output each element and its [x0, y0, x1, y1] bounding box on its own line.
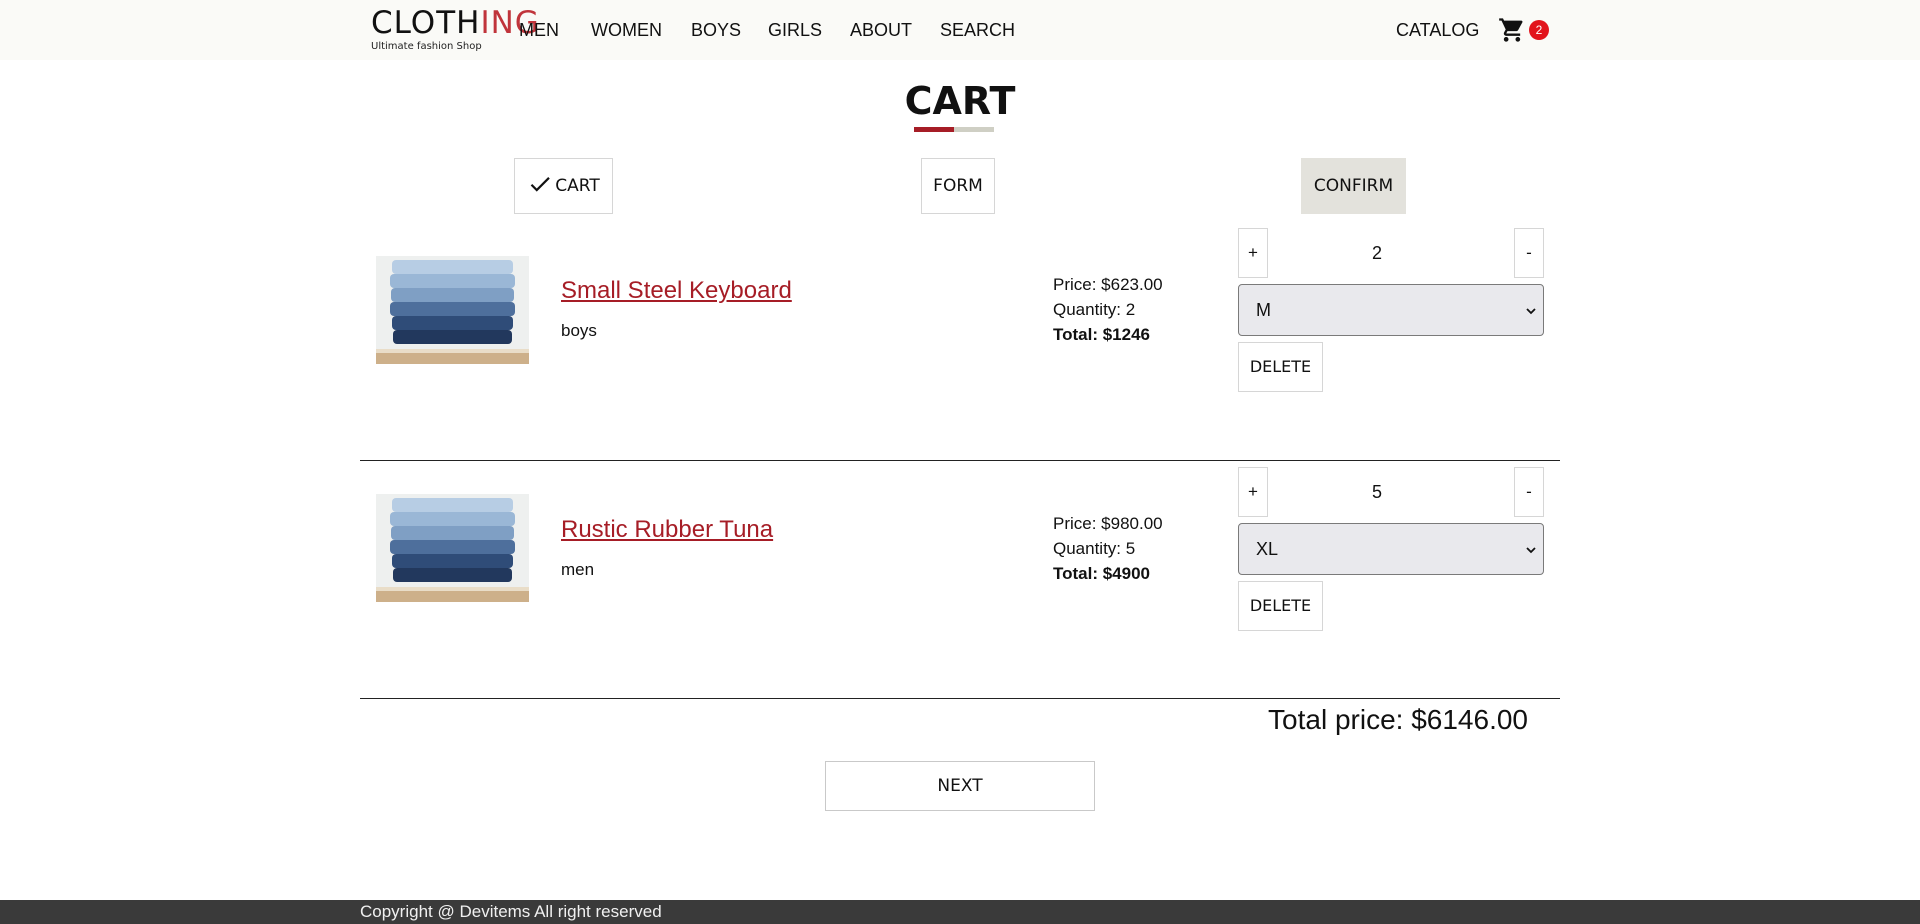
check-icon	[530, 177, 551, 192]
step-cart-button[interactable]: CART	[514, 158, 613, 214]
quantity-input[interactable]	[1242, 467, 1512, 517]
cart-count-badge: 2	[1529, 20, 1549, 40]
folded-jeans-image	[376, 256, 529, 364]
delete-item-button[interactable]: DELETE	[1238, 581, 1323, 631]
product-category: boys	[561, 321, 597, 340]
quantity-decrease-button[interactable]: -	[1514, 467, 1544, 517]
quantity-input[interactable]	[1242, 228, 1512, 278]
product-category: men	[561, 560, 595, 579]
product-name-link[interactable]: Small Steel Keyboard	[561, 276, 792, 306]
folded-jeans-image	[376, 494, 529, 602]
logo-wordmark-dark: CLOTH	[371, 5, 481, 41]
nav-link-catalog[interactable]: CATALOG	[1396, 19, 1479, 41]
product-image[interactable]	[376, 494, 529, 602]
size-select[interactable]: M	[1238, 284, 1544, 336]
site-header: CLOTHING Ultimate fashion Shop MEN WOMEN…	[0, 0, 1920, 60]
size-select[interactable]: XL	[1238, 523, 1544, 575]
title-underline-accent	[914, 127, 954, 132]
nav-link-men[interactable]: MEN	[519, 19, 559, 41]
step-form-label: FORM	[933, 176, 983, 196]
chevron-down-icon	[1526, 308, 1536, 315]
nav-link-about[interactable]: ABOUT	[850, 19, 912, 41]
logo-wordmark: CLOTHING	[371, 5, 539, 41]
title-underline-muted	[954, 127, 994, 132]
logo-tagline: Ultimate fashion Shop	[371, 41, 482, 52]
product-total: Total: $4900	[1053, 564, 1151, 583]
page-title: CART	[904, 79, 1016, 123]
footer-copyright: Copyright @ Devitems All right reserved	[360, 902, 662, 921]
product-image[interactable]	[376, 256, 529, 364]
product-quantity: Quantity: 5	[1053, 539, 1136, 558]
item-divider	[360, 698, 1560, 699]
item-divider	[360, 460, 1560, 461]
size-select-value: M	[1256, 300, 1271, 320]
step-form-button[interactable]: FORM	[921, 158, 995, 214]
product-price: Price: $980.00	[1053, 514, 1163, 533]
product-name-link[interactable]: Rustic Rubber Tuna	[561, 515, 773, 545]
nav-link-boys[interactable]: BOYS	[691, 19, 741, 41]
product-quantity: Quantity: 2	[1053, 300, 1136, 319]
quantity-decrease-button[interactable]: -	[1514, 228, 1544, 278]
step-cart-label: CART	[555, 176, 600, 196]
nav-link-search[interactable]: SEARCH	[940, 19, 1015, 41]
shopping-cart-icon[interactable]	[1498, 16, 1526, 44]
next-button[interactable]: NEXT	[825, 761, 1095, 811]
size-select-value: XL	[1256, 539, 1279, 559]
cart-total-price: Total price: $6146.00	[1268, 704, 1528, 735]
nav-link-girls[interactable]: GIRLS	[768, 19, 822, 41]
brand-logo[interactable]: CLOTHING Ultimate fashion Shop	[371, 5, 539, 54]
nav-link-women[interactable]: WOMEN	[591, 19, 662, 41]
site-footer: Copyright @ Devitems All right reserved	[0, 900, 1920, 924]
step-confirm-label: CONFIRM	[1313, 176, 1394, 196]
step-confirm-button[interactable]: CONFIRM	[1301, 158, 1406, 214]
delete-item-button[interactable]: DELETE	[1238, 342, 1323, 392]
product-total: Total: $1246	[1053, 325, 1151, 344]
chevron-down-icon	[1526, 547, 1536, 554]
product-price: Price: $623.00	[1053, 275, 1163, 294]
